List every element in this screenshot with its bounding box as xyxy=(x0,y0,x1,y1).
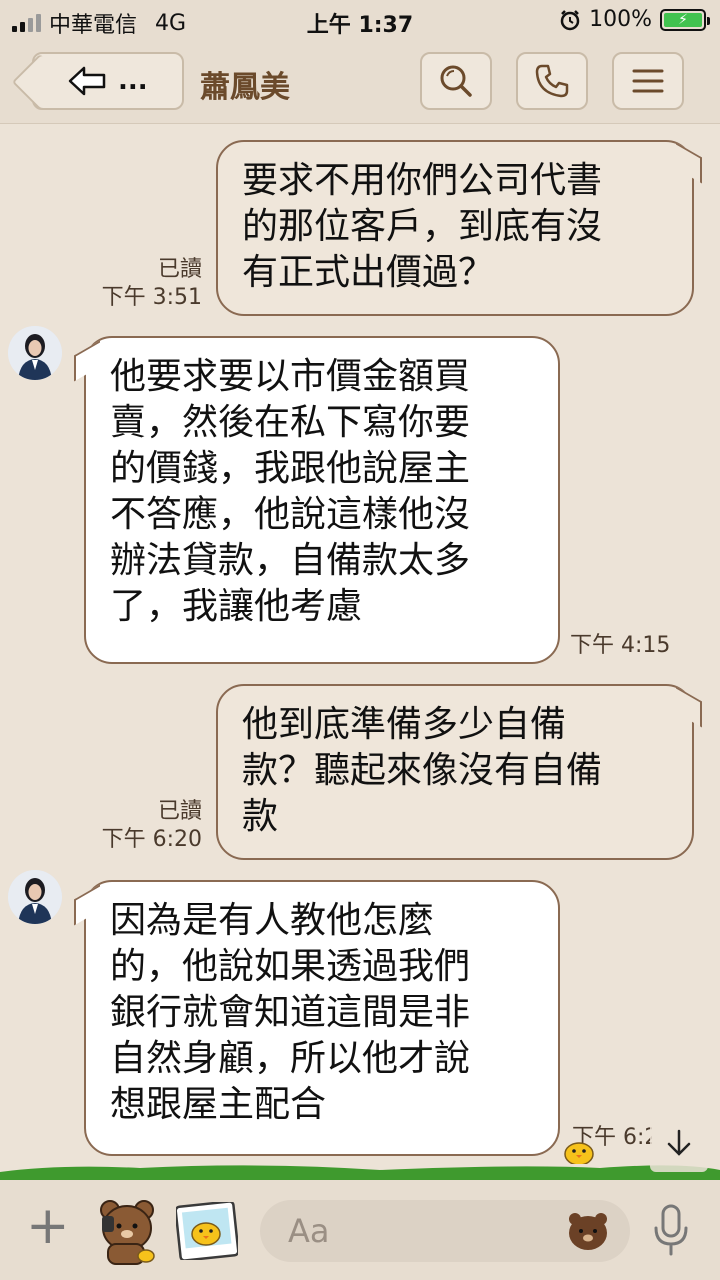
brown-bear-sticker-icon[interactable] xyxy=(94,1196,164,1266)
back-arrow-icon xyxy=(68,66,106,96)
search-button[interactable] xyxy=(420,52,492,110)
back-label: ... xyxy=(118,66,148,96)
read-receipt: 已讀 下午 3:51 xyxy=(90,256,202,312)
message-bubble-incoming[interactable]: 因為是有人教他怎麼 的，他說如果透過我們 銀行就會知道這間是非 自然身顧，所以他… xyxy=(84,880,560,1156)
message-bubble-outgoing[interactable]: 要求不用你們公司代書 的那位客戶，到底有沒 有正式出價過？ xyxy=(216,140,694,316)
message-time: 下午 6:20 xyxy=(101,827,202,852)
search-icon xyxy=(440,65,472,97)
chat-header: ... 蕭鳳美 xyxy=(0,40,720,124)
scroll-to-bottom-button[interactable] xyxy=(650,1114,708,1172)
grass-decoration xyxy=(0,1165,720,1182)
call-button[interactable] xyxy=(516,52,588,110)
back-button[interactable]: ... xyxy=(32,52,184,110)
emoji-bear-icon[interactable] xyxy=(566,1210,610,1252)
avatar-photo xyxy=(8,326,62,380)
battery-percent: 100% xyxy=(589,7,652,32)
message-time: 下午 3:51 xyxy=(101,285,202,310)
message-time: 下午 4:15 xyxy=(570,633,671,658)
message-bubble-outgoing[interactable]: 他到底準備多少自備 款？聽起來像沒有自備 款 xyxy=(216,684,694,860)
message-bubble-incoming[interactable]: 他要求要以市價金額買 賣，然後在私下寫你要 的價錢，我跟他說屋主 不答應，他說這… xyxy=(84,336,560,664)
alarm-icon xyxy=(560,9,580,30)
chat-title: 蕭鳳美 xyxy=(200,70,290,105)
add-button[interactable]: + xyxy=(26,1200,70,1252)
avatar[interactable] xyxy=(8,326,62,380)
arrow-down-icon xyxy=(667,1129,691,1156)
status-bar: 中華電信 4G 上午 1:37 100% ⚡ xyxy=(0,0,720,40)
avatar[interactable] xyxy=(8,870,62,924)
input-bar: + Aa xyxy=(0,1180,720,1280)
battery-icon: ⚡ xyxy=(660,8,710,31)
phone-icon xyxy=(535,64,569,98)
read-receipt: 已讀 下午 6:20 xyxy=(86,798,202,854)
avatar-photo xyxy=(8,870,62,924)
sticker-photo-icon[interactable] xyxy=(176,1202,238,1260)
microphone-icon[interactable] xyxy=(652,1204,690,1256)
hamburger-menu-icon xyxy=(632,69,664,93)
menu-button[interactable] xyxy=(612,52,684,110)
